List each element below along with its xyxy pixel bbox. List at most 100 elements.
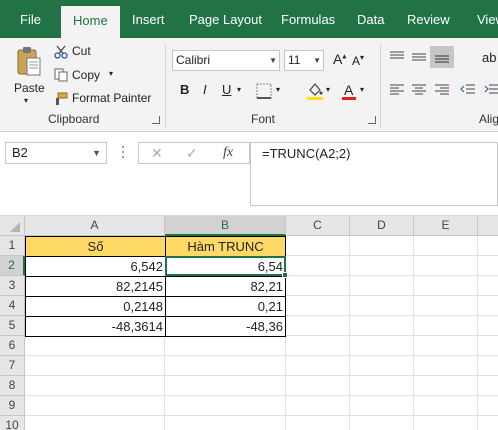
empty-cell[interactable]: [414, 316, 478, 336]
empty-cell[interactable]: [414, 376, 478, 396]
empty-cell[interactable]: [286, 356, 350, 376]
tab-view[interactable]: View: [477, 0, 498, 38]
empty-cell[interactable]: [414, 236, 478, 256]
tab-review[interactable]: Review: [407, 0, 450, 38]
empty-cell[interactable]: [350, 296, 414, 316]
insert-function-icon[interactable]: fx: [223, 145, 233, 161]
row-header[interactable]: 9: [0, 396, 25, 416]
fill-color-icon[interactable]: [306, 81, 324, 101]
empty-cell[interactable]: [478, 296, 498, 316]
empty-cell[interactable]: [478, 236, 498, 256]
empty-cell[interactable]: [478, 396, 498, 416]
fill-color-dropdown-icon[interactable]: ▾: [326, 85, 330, 94]
formula-input[interactable]: =TRUNC(A2;2): [250, 142, 498, 206]
empty-cell[interactable]: [478, 256, 498, 276]
align-center-icon[interactable]: [411, 83, 427, 97]
empty-cell[interactable]: [478, 376, 498, 396]
borders-icon[interactable]: [256, 83, 272, 99]
decrease-indent-icon[interactable]: [460, 83, 476, 97]
row-header[interactable]: 6: [0, 336, 25, 356]
cell-b4[interactable]: 0,21: [165, 296, 286, 317]
tab-insert[interactable]: Insert: [132, 0, 165, 38]
cut-button[interactable]: Cut: [54, 44, 114, 62]
empty-cell[interactable]: [414, 276, 478, 296]
font-color-icon[interactable]: A: [341, 81, 357, 101]
row-header[interactable]: 3: [0, 276, 25, 296]
align-bottom-button[interactable]: [430, 46, 454, 68]
empty-cell[interactable]: [165, 416, 286, 430]
empty-cell[interactable]: [25, 376, 165, 396]
empty-cell[interactable]: [478, 276, 498, 296]
empty-cell[interactable]: [165, 376, 286, 396]
empty-cell[interactable]: [165, 396, 286, 416]
paste-button[interactable]: Paste ▾: [8, 44, 48, 108]
row-header[interactable]: 2: [0, 256, 25, 276]
paste-dropdown-icon[interactable]: ▾: [24, 96, 28, 105]
formula-bar-grip-icon[interactable]: [122, 146, 125, 160]
empty-cell[interactable]: [414, 296, 478, 316]
empty-cell[interactable]: [350, 256, 414, 276]
empty-cell[interactable]: [478, 316, 498, 336]
empty-cell[interactable]: [478, 416, 498, 430]
increase-font-size-icon[interactable]: A▴: [333, 51, 346, 67]
name-box[interactable]: B2 ▼: [5, 142, 107, 164]
enter-icon[interactable]: ✓: [186, 145, 198, 162]
empty-cell[interactable]: [478, 356, 498, 376]
empty-cell[interactable]: [25, 336, 165, 356]
empty-cell[interactable]: [286, 376, 350, 396]
cell-b5[interactable]: -48,36: [165, 316, 286, 337]
column-header-f[interactable]: [478, 216, 498, 236]
font-launcher-icon[interactable]: [368, 116, 376, 124]
column-header-c[interactable]: C: [286, 216, 350, 236]
empty-cell[interactable]: [25, 416, 165, 430]
row-header[interactable]: 7: [0, 356, 25, 376]
cell-a2[interactable]: 6,542: [25, 256, 166, 277]
empty-cell[interactable]: [350, 376, 414, 396]
font-name-select[interactable]: Calibri ▼: [172, 50, 280, 71]
empty-cell[interactable]: [286, 296, 350, 316]
cell-b2[interactable]: 6,54: [165, 256, 286, 277]
cell-a5[interactable]: -48,3614: [25, 316, 166, 337]
increase-indent-icon[interactable]: [484, 83, 498, 97]
tab-file[interactable]: File: [20, 0, 41, 38]
clipboard-launcher-icon[interactable]: [152, 116, 160, 124]
empty-cell[interactable]: [350, 356, 414, 376]
column-header-d[interactable]: D: [350, 216, 414, 236]
copy-dropdown-icon[interactable]: ▾: [109, 69, 113, 78]
fill-handle[interactable]: [282, 272, 288, 278]
column-header-b[interactable]: B: [165, 216, 286, 236]
empty-cell[interactable]: [165, 336, 286, 356]
row-header[interactable]: 8: [0, 376, 25, 396]
empty-cell[interactable]: [25, 356, 165, 376]
column-header-e[interactable]: E: [414, 216, 478, 236]
decrease-font-size-icon[interactable]: A▾: [352, 53, 364, 68]
empty-cell[interactable]: [350, 236, 414, 256]
empty-cell[interactable]: [25, 396, 165, 416]
empty-cell[interactable]: [414, 336, 478, 356]
orientation-icon[interactable]: ab: [482, 50, 496, 65]
tab-formulas[interactable]: Formulas: [281, 0, 335, 38]
font-size-select[interactable]: 11 ▼: [284, 50, 324, 71]
empty-cell[interactable]: [478, 336, 498, 356]
format-painter-button[interactable]: Format Painter: [54, 90, 152, 108]
cell-b3[interactable]: 82,21: [165, 276, 286, 297]
font-color-dropdown-icon[interactable]: ▾: [360, 85, 364, 94]
cancel-icon[interactable]: ✕: [151, 145, 163, 162]
column-header-a[interactable]: A: [25, 216, 165, 236]
row-header[interactable]: 1: [0, 236, 25, 256]
cell-a3[interactable]: 82,2145: [25, 276, 166, 297]
empty-cell[interactable]: [414, 416, 478, 430]
align-middle-icon[interactable]: [411, 50, 427, 64]
underline-dropdown-icon[interactable]: ▾: [237, 85, 241, 94]
empty-cell[interactable]: [350, 336, 414, 356]
empty-cell[interactable]: [286, 236, 350, 256]
empty-cell[interactable]: [350, 396, 414, 416]
empty-cell[interactable]: [286, 396, 350, 416]
align-left-icon[interactable]: [389, 83, 405, 97]
empty-cell[interactable]: [350, 416, 414, 430]
empty-cell[interactable]: [414, 356, 478, 376]
empty-cell[interactable]: [414, 396, 478, 416]
empty-cell[interactable]: [414, 256, 478, 276]
align-right-icon[interactable]: [434, 83, 450, 97]
tab-home[interactable]: Home: [61, 6, 120, 38]
